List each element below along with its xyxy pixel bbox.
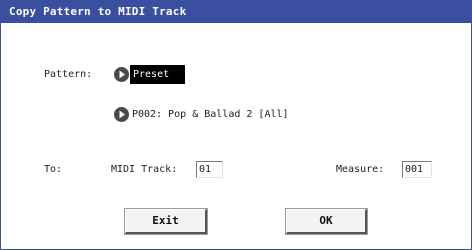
measure-field[interactable]: 001: [402, 161, 432, 178]
pattern-bank-select[interactable]: Preset: [130, 65, 185, 84]
pattern-bank-popup-icon[interactable]: [114, 67, 129, 82]
midi-track-label: MIDI Track:: [111, 164, 178, 175]
ok-button[interactable]: OK: [285, 208, 368, 235]
exit-button[interactable]: Exit: [124, 208, 208, 235]
popup-arrow-icon: [119, 70, 125, 79]
measure-label: Measure:: [336, 164, 385, 175]
pattern-label: Pattern:: [44, 69, 93, 80]
pattern-select-popup-icon[interactable]: [114, 107, 129, 122]
pattern-select-value[interactable]: P002: Pop & Ballad 2 [All]: [132, 108, 289, 122]
to-label: To:: [44, 164, 63, 175]
midi-track-field[interactable]: 01: [196, 161, 223, 178]
dialog-title: Copy Pattern to MIDI Track: [1, 1, 471, 23]
copy-pattern-dialog: Copy Pattern to MIDI Track Pattern: Pres…: [0, 0, 472, 250]
popup-arrow-icon: [119, 110, 125, 119]
